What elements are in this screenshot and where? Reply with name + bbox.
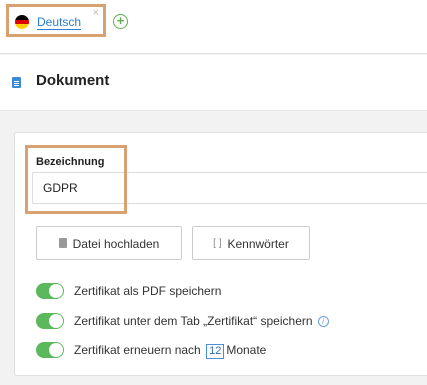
renew-label-before: Zertifikat erneuern nach	[74, 343, 201, 357]
page-title: Dokument	[36, 72, 110, 89]
upload-file-button[interactable]: Datei hochladen	[36, 226, 182, 260]
document-icon	[12, 77, 21, 88]
close-icon[interactable]: ×	[93, 8, 99, 19]
german-flag-icon	[15, 15, 29, 29]
toggle-label-container: Zertifikat erneuern nach 12 Monate	[74, 343, 266, 359]
toggle-label: Zertifikat unter dem Tab „Zertifikat“ sp…	[74, 314, 313, 328]
language-tab-bar: Deutsch × +	[0, 0, 427, 54]
certificate-tab-toggle[interactable]	[36, 313, 64, 329]
tab-label[interactable]: Deutsch	[37, 15, 82, 30]
renew-toggle[interactable]	[36, 342, 64, 358]
add-language-button[interactable]: +	[113, 14, 128, 29]
info-icon[interactable]: i	[317, 316, 329, 328]
toggle-label-container: Zertifikat unter dem Tab „Zertifikat“ sp…	[74, 314, 329, 328]
brackets-icon: [ ]	[213, 237, 222, 249]
name-input[interactable]	[32, 172, 427, 204]
toggle-label: Zertifikat als PDF speichern	[74, 284, 222, 298]
file-icon	[58, 238, 67, 249]
renew-label-after: Monate	[226, 343, 267, 357]
name-label: Bezeichnung	[36, 156, 105, 168]
upload-file-label: Datei hochladen	[72, 236, 160, 251]
pdf-toggle[interactable]	[36, 283, 64, 299]
tab-deutsch[interactable]: Deutsch ×	[6, 4, 106, 37]
keywords-button[interactable]: [ ] Kennwörter	[192, 226, 310, 260]
months-input[interactable]: 12	[206, 344, 225, 359]
keywords-label: Kennwörter	[227, 236, 289, 251]
document-header: Dokument	[0, 55, 427, 111]
